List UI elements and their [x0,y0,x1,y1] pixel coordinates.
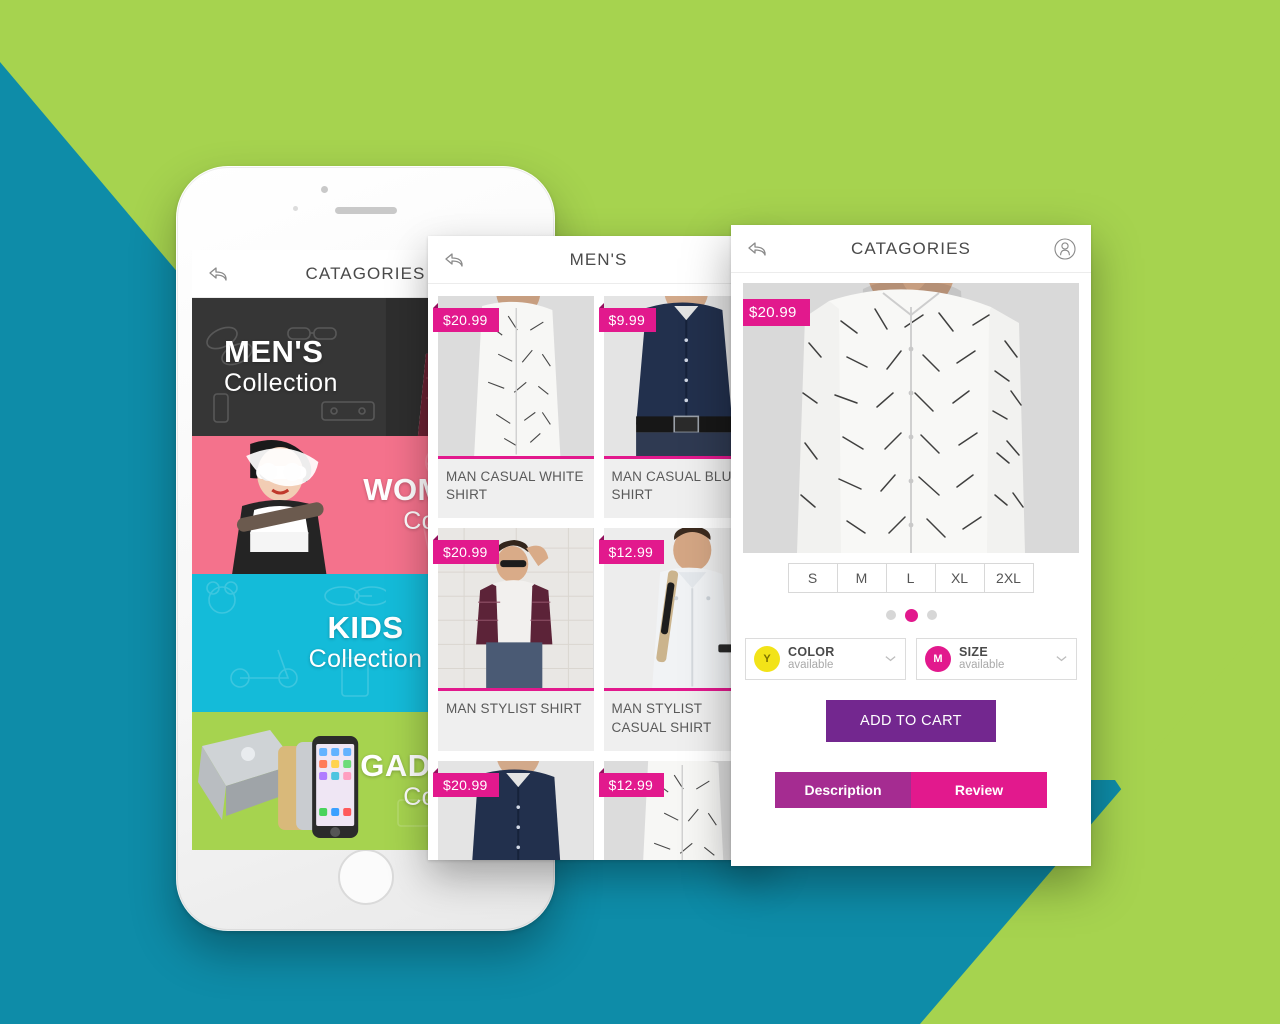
size-option-m[interactable]: M [836,563,887,593]
color-sublabel: available [788,659,834,672]
product-price-badge: $9.99 [598,303,657,332]
color-swatch-icon: Y [754,645,780,672]
size-option-l[interactable]: L [885,563,936,593]
listing-appbar: MEN'S [428,236,769,284]
size-option-xl[interactable]: XL [934,563,985,593]
product-card[interactable]: $20.99 MAN STYLIST SHIRT [433,528,594,751]
screen-product-listing: MEN'S $20.99 MAN CASUAL WHITE SHIRT $9.9… [428,236,769,860]
page-title: MEN'S [569,249,628,269]
size-label: SIZE [959,644,988,659]
back-arrow-icon[interactable] [206,262,230,286]
add-to-cart-button[interactable]: ADD TO CART [826,699,996,742]
user-account-icon[interactable] [1053,237,1077,261]
product-price-badge: $12.99 [598,535,665,565]
size-selector[interactable]: S M L XL 2XL [731,563,1091,593]
product-price-badge: $20.99 [433,303,499,332]
carousel-pagination[interactable] [731,608,1091,622]
size-swatch-icon: M [925,645,951,672]
page-title: CATAGORIES [851,238,971,258]
chevron-down-icon [884,652,897,665]
tab-review[interactable]: Review [911,771,1047,808]
detail-tabs: Description Review [731,771,1091,808]
product-price-badge: $12.99 [598,767,665,797]
product-price-badge: $20.99 [433,767,499,797]
product-price-badge: $20.99 [743,299,810,326]
tab-description[interactable]: Description [775,771,911,808]
carousel-dot-3[interactable] [926,610,937,620]
add-to-cart-container: ADD TO CART [731,699,1091,742]
phone-speaker-grille [334,207,397,214]
product-hero-image[interactable]: $20.99 [743,283,1079,553]
carousel-dot-2[interactable] [904,608,918,622]
back-arrow-icon[interactable] [442,248,466,272]
screen-product-detail: CATAGORIES $20.99 S M L XL 2XL Y COLOR a… [731,225,1091,866]
phone-sensor-icon [292,206,298,211]
size-option-2xl[interactable]: 2XL [983,563,1034,593]
color-dropdown[interactable]: Y COLOR available [745,637,906,680]
size-dropdown-text: SIZE available [959,645,1047,673]
size-dropdown[interactable]: M SIZE available [916,637,1077,680]
color-dropdown-text: COLOR available [788,645,876,673]
product-name: MAN CASUAL WHITE SHIRT [446,469,584,503]
size-sublabel: available [959,659,1005,672]
phone-home-button[interactable] [337,849,394,905]
product-card[interactable]: $20.99 MAN CASUAL BLUE SHIRT [433,760,594,860]
product-card[interactable]: $20.99 MAN CASUAL WHITE SHIRT [433,296,594,519]
product-grid: $20.99 MAN CASUAL WHITE SHIRT $9.99 MAN … [428,284,769,860]
variant-selectors: Y COLOR available M SIZE available [731,637,1091,680]
detail-appbar: CATAGORIES [731,225,1091,273]
chevron-down-icon [1055,652,1068,665]
color-label: COLOR [788,644,835,659]
back-arrow-icon[interactable] [745,237,769,261]
phone-camera-icon [320,186,328,193]
size-option-s[interactable]: S [787,563,838,593]
carousel-dot-1[interactable] [885,610,896,620]
product-name: MAN STYLIST SHIRT [446,701,582,717]
product-price-badge: $20.99 [433,535,499,565]
